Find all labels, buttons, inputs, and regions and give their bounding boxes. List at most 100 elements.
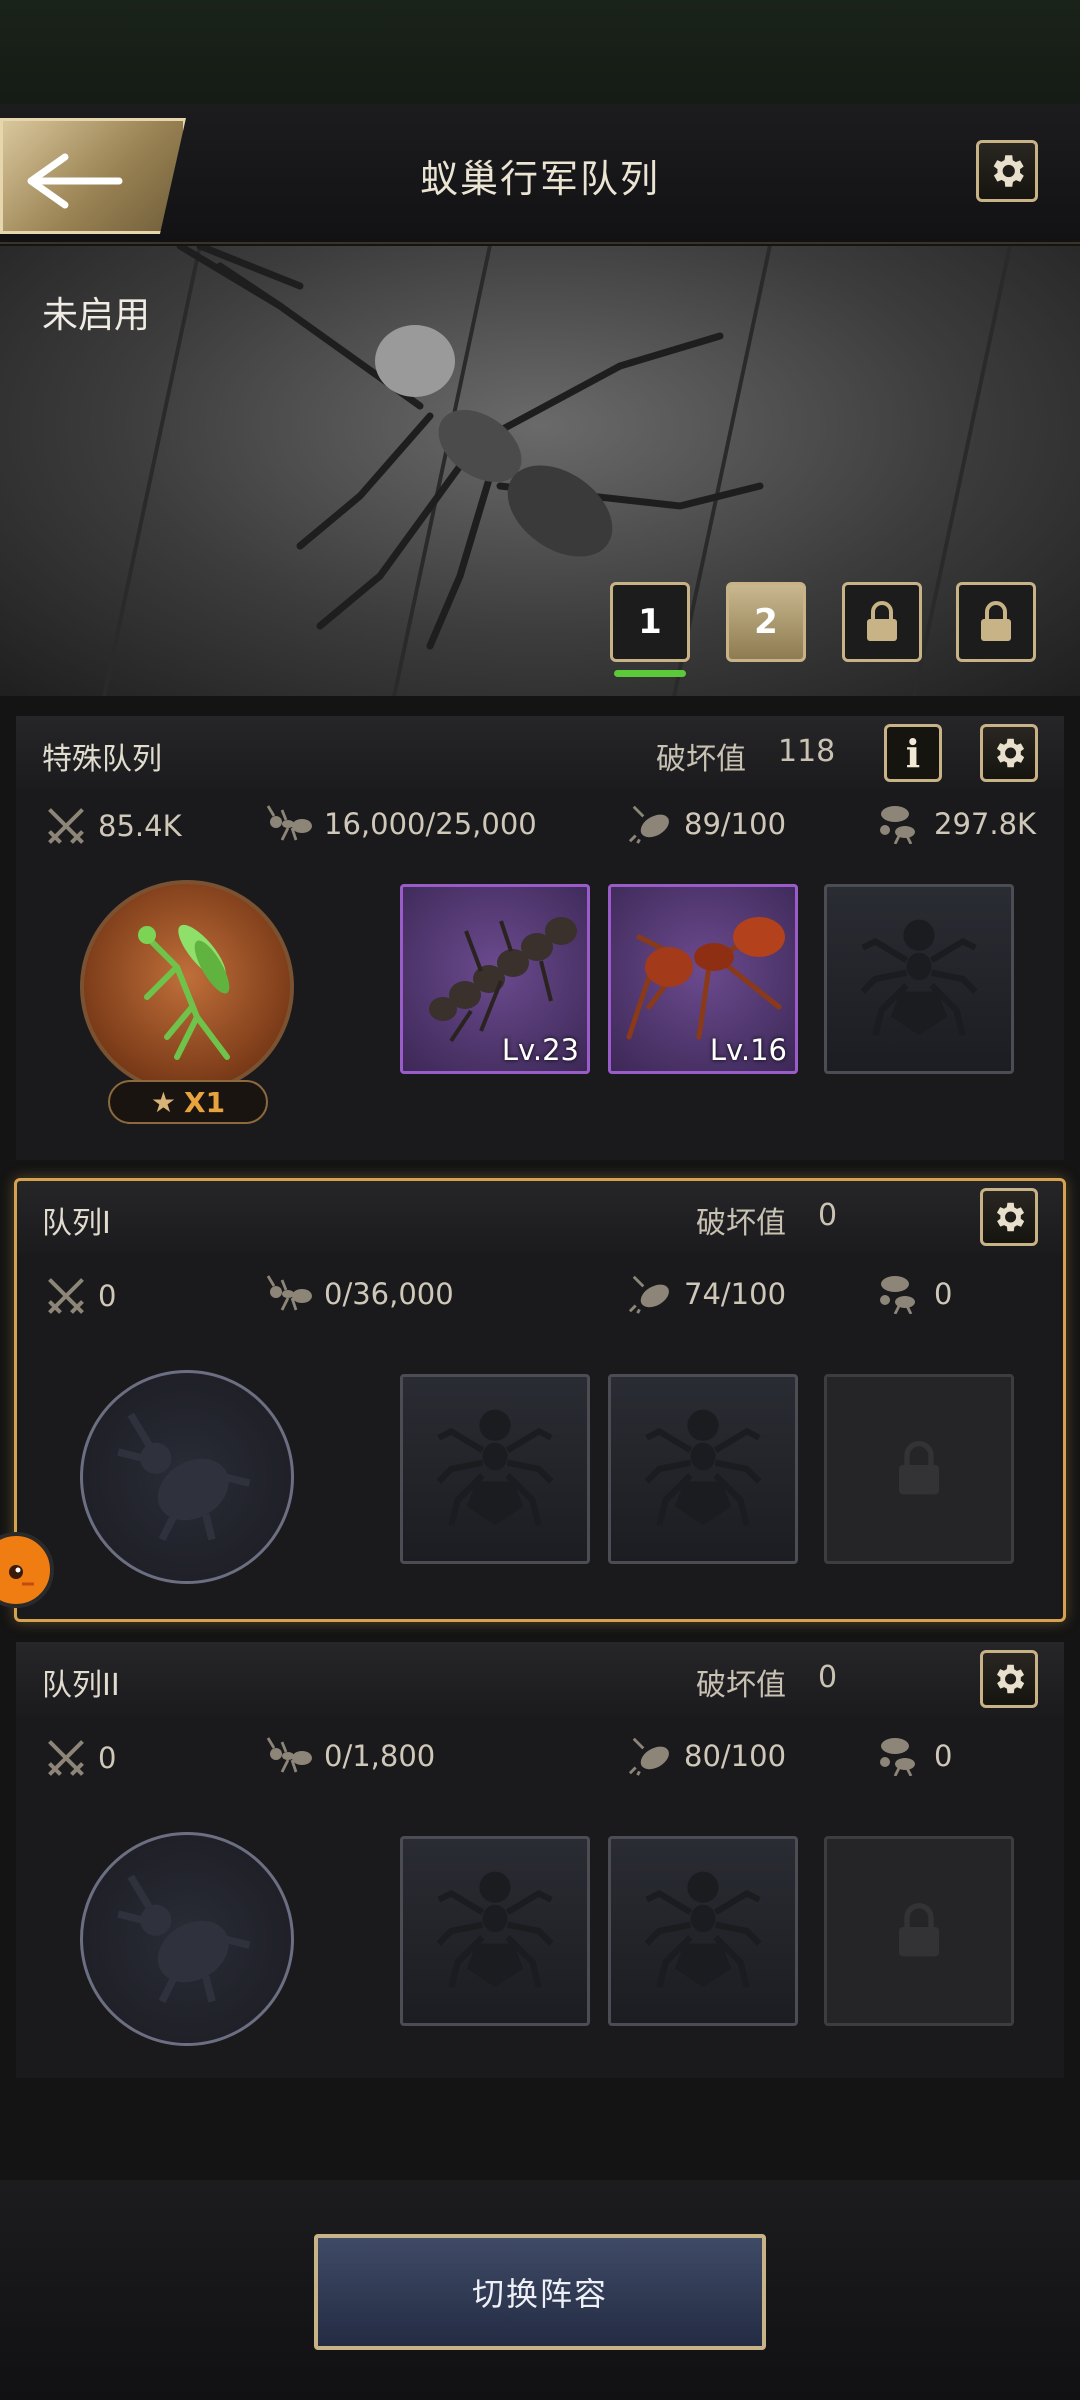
capacity-value: 74/100: [684, 1277, 787, 1311]
squad-2-body: 0 0/1,800 80/100 0: [16, 1716, 1064, 2078]
squad-page-tab-2[interactable]: 2: [726, 582, 806, 662]
fire-ant-icon: [626, 917, 785, 1040]
padlock-icon: [899, 1903, 939, 1957]
floating-assistant-button[interactable]: [0, 1532, 54, 1608]
star-icon: ★: [150, 1085, 177, 1119]
damage-label: 破坏值: [656, 742, 746, 777]
load-value: 297.8K: [934, 807, 1037, 841]
crossed-swords-icon: [48, 1740, 84, 1776]
page-title: 蚁巢行军队列: [419, 157, 660, 201]
soldier-slot-2[interactable]: Lv.16: [608, 884, 798, 1074]
squad-2-header: 队列II 破坏值 0: [16, 1642, 1064, 1716]
info-button[interactable]: i: [884, 724, 942, 782]
carrying-ant-icon: [880, 1738, 915, 1776]
stat-troops: 16,000/25,000: [266, 804, 537, 844]
active-tab-indicator: [614, 670, 686, 677]
squad-1-panel[interactable]: 队列I 破坏值 0 0 0/36,000 74/100 0: [16, 1180, 1064, 1620]
squad-stats: 0 0/1,800 80/100 0: [16, 1736, 1064, 1796]
power-value: 0: [98, 1279, 117, 1313]
squad-stats: 85.4K 16,000/25,000 89/100 297.8K: [16, 804, 1064, 864]
squad-name: 队列II: [42, 1668, 120, 1703]
soldier-slot-locked[interactable]: [824, 1836, 1014, 2026]
damage-value: 0: [818, 1198, 838, 1233]
leader-star-count: X1: [184, 1085, 226, 1119]
gear-icon: [996, 1664, 1025, 1694]
padlock-icon: [867, 601, 897, 641]
special-squad-header: 特殊队列 破坏值 118 i: [16, 716, 1064, 790]
squad-page-tab-locked-3[interactable]: [842, 582, 922, 662]
stat-power: 0: [44, 1274, 116, 1318]
stat-power: 0: [44, 1736, 116, 1780]
soldier-slot-empty[interactable]: [400, 1374, 590, 1564]
ant-icon: [266, 1275, 312, 1311]
empty-ant-slot-icon: [436, 1871, 554, 1989]
beetle-silhouette-icon: [117, 1874, 251, 2004]
squad-page-tab-locked-4[interactable]: [956, 582, 1036, 662]
squad-leader-portrait[interactable]: [80, 880, 294, 1094]
stat-load: 297.8K: [874, 804, 1036, 844]
carrying-ant-icon: [880, 1276, 915, 1314]
troops-value: 0/1,800: [324, 1739, 436, 1773]
soldier-slot-1[interactable]: Lv.23: [400, 884, 590, 1074]
beetle-icon: [628, 1275, 669, 1314]
squad-settings-button[interactable]: [980, 1650, 1038, 1708]
special-squad-panel: 特殊队列 破坏值 118 i 85.4K 16,000/25,000 89/10…: [16, 716, 1064, 1160]
squad-2-panel[interactable]: 队列II 破坏值 0 0 0/1,800 80/100 0: [16, 1642, 1064, 2078]
stat-load: 0: [874, 1274, 952, 1314]
squad-settings-button[interactable]: [980, 1188, 1038, 1246]
padlock-icon: [899, 1441, 939, 1495]
damage-label: 破坏值: [696, 1206, 786, 1241]
squad-leader-empty[interactable]: [80, 1370, 294, 1584]
squad-status-label: 未启用: [42, 295, 151, 336]
beetle-icon: [628, 1737, 669, 1776]
power-value: 85.4K: [98, 809, 182, 843]
squad-name: 队列I: [42, 1206, 111, 1241]
gear-icon: [996, 738, 1025, 768]
header-bar: 蚁巢行军队列: [0, 104, 1080, 244]
squad-1-header: 队列I 破坏值 0: [16, 1180, 1064, 1254]
squad-1-body: 0 0/36,000 74/100 0: [16, 1254, 1064, 1620]
status-area: [0, 0, 1080, 104]
soldier-slot-empty[interactable]: [824, 884, 1014, 1074]
empty-ant-slot-icon: [436, 1409, 554, 1527]
settings-button[interactable]: [976, 140, 1038, 202]
soldier-slot-locked[interactable]: [824, 1374, 1014, 1564]
power-value: 0: [98, 1741, 117, 1775]
stat-troops: 0/1,800: [266, 1736, 435, 1776]
crossed-swords-icon: [48, 808, 84, 844]
soldier-slot-empty[interactable]: [608, 1836, 798, 2026]
gear-icon: [996, 1202, 1025, 1232]
special-squad-body: 85.4K 16,000/25,000 89/100 297.8K ★ X1 L…: [16, 790, 1064, 1160]
troops-value: 0/36,000: [324, 1277, 454, 1311]
crossed-swords-icon: [48, 1278, 84, 1314]
empty-ant-slot-icon: [860, 919, 978, 1037]
squad-page-tab-1[interactable]: 1: [610, 582, 690, 662]
stat-troops: 0/36,000: [266, 1274, 454, 1314]
squad-name: 特殊队列: [42, 742, 162, 777]
slot-level: Lv.23: [501, 1033, 579, 1067]
slot-level: Lv.16: [709, 1033, 787, 1067]
soldier-slot-empty[interactable]: [608, 1374, 798, 1564]
pet-face-icon: [9, 1565, 34, 1586]
empty-ant-slot-icon: [644, 1871, 762, 1989]
beetle-silhouette-icon: [117, 1412, 251, 1542]
damage-label: 破坏值: [696, 1668, 786, 1703]
squad-leader-empty[interactable]: [80, 1832, 294, 2046]
soldier-slot-empty[interactable]: [400, 1836, 590, 2026]
centipede-ant-icon: [429, 917, 577, 1043]
stat-capacity: 89/100: [628, 804, 786, 844]
mantis-icon: [138, 924, 230, 1060]
capacity-value: 80/100: [684, 1739, 787, 1773]
squad-stats: 0 0/36,000 74/100 0: [16, 1274, 1064, 1334]
ant-icon: [266, 1737, 312, 1773]
empty-ant-slot-icon: [644, 1409, 762, 1527]
switch-lineup-button[interactable]: 切换阵容: [314, 2234, 766, 2350]
stat-power: 85.4K: [44, 804, 182, 848]
squad-settings-button[interactable]: [980, 724, 1038, 782]
load-value: 0: [934, 1739, 953, 1773]
ant-icon: [266, 805, 312, 841]
stat-capacity: 74/100: [628, 1274, 786, 1314]
hero-banner: 未启用 1 2: [0, 246, 1080, 696]
carrying-ant-icon: [880, 806, 915, 844]
troops-value: 16,000/25,000: [324, 807, 537, 841]
